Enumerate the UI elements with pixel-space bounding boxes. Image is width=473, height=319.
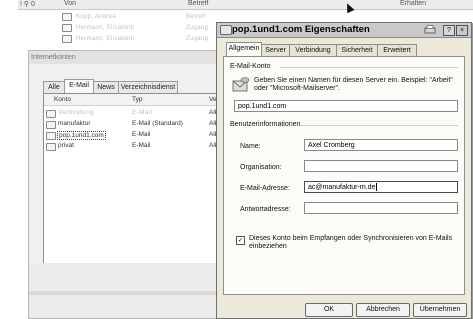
divider [300, 125, 458, 126]
text-caret [376, 183, 378, 192]
header-subject[interactable]: Betreff [188, 0, 209, 7]
column-typ[interactable]: Typ [132, 96, 142, 103]
message-list-header: ! ⚲ 0 Von Betreff Erhalten [18, 0, 473, 10]
name-field[interactable]: Axel Cromberg [304, 139, 458, 151]
account-row[interactable]: Verbindung E-Mail Alk [46, 108, 228, 118]
header-received[interactable]: Erhalten [400, 0, 426, 7]
account-name-field[interactable]: pop.1und1.com [234, 100, 458, 112]
email-address-value: ac@manufaktur-m.de [308, 184, 376, 191]
organisation-label: Organisation: [240, 164, 282, 171]
envelope-icon [62, 13, 72, 21]
account-name: manufaktur [58, 120, 91, 127]
message-from: Hermann, Elisabeth [76, 25, 135, 31]
account-name: Verbindung [58, 109, 94, 116]
help-button[interactable]: ? [443, 25, 455, 36]
header-icons: ! ⚲ 0 [20, 1, 35, 8]
account-row[interactable]: manufaktur E-Mail (Standard) Alk [46, 119, 228, 129]
message-subject: Betreff [186, 14, 206, 20]
accounts-list-header: Konto Typ Ve [44, 94, 230, 106]
accounts-window-title: Internetkonten [29, 51, 229, 64]
close-button[interactable]: × [456, 25, 468, 36]
reply-address-field[interactable] [304, 202, 458, 214]
account-description: Geben Sie einen Namen für diesen Server … [254, 77, 453, 92]
divider [29, 291, 229, 295]
account-name: pop.1und1.com [57, 131, 106, 140]
organisation-field[interactable] [304, 160, 458, 172]
email-address-label: E-Mail-Adresse: [240, 185, 290, 192]
tab-verbindung[interactable]: Verbindung [289, 44, 337, 56]
message-from: Hermann, Elisabeth [76, 36, 135, 42]
message-subject: Zugang [186, 25, 209, 31]
include-account-checkbox[interactable]: ✓ [236, 236, 245, 245]
dialog-title: pop.1und1.com Eigenschaften [232, 24, 370, 35]
accounts-list[interactable]: Konto Typ Ve Verbindung E-Mail Alk manuf… [43, 93, 231, 265]
account-row[interactable]: pop.1und1.com E-Mail Alk [46, 130, 228, 140]
account-type: E-Mail [132, 131, 151, 138]
message-from: Kopp, Andrea [76, 14, 116, 20]
apply-button[interactable]: Übernehmen [413, 303, 467, 317]
cancel-button[interactable]: Abbrechen [356, 303, 410, 317]
account-name: privat [58, 142, 74, 149]
header-from[interactable]: Von [64, 0, 76, 7]
tab-panel-allgemein: E-Mail-Konto Geben Sie einen Namen für d… [223, 56, 465, 295]
account-type: E-Mail [132, 142, 151, 149]
email-address-field[interactable]: ac@manufaktur-m.de [304, 181, 458, 193]
account-row[interactable]: privat E-Mail Alk [46, 141, 228, 151]
accounts-window: Internetkonten Alle E-Mail News Verzeich… [28, 50, 231, 319]
mail-server-icon [232, 77, 250, 93]
tab-erweitert[interactable]: Erweitert [377, 44, 417, 56]
section-email-account: E-Mail-Konto [230, 63, 271, 70]
envelope-icon [62, 35, 72, 43]
tab-allgemein[interactable]: Allgemein [226, 42, 262, 57]
dialog-titlebar[interactable]: pop.1und1.com Eigenschaften ? × [217, 23, 471, 38]
reply-address-label: Antwortadresse: [240, 206, 291, 213]
tab-sicherheit[interactable]: Sicherheit [336, 44, 378, 56]
divider [280, 67, 458, 68]
tab-server[interactable]: Server [261, 44, 290, 56]
dialog-app-icon [220, 25, 232, 35]
tab-email[interactable]: E-Mail [64, 79, 94, 94]
properties-dialog: pop.1und1.com Eigenschaften ? × Allgemei… [216, 22, 472, 319]
column-konto[interactable]: Konto [54, 96, 71, 103]
include-account-label[interactable]: Dieses Konto beim Empfangen oder Synchro… [249, 235, 454, 251]
account-type: E-Mail (Standard) [132, 120, 183, 127]
section-user-info: Benutzerinformationen [230, 121, 301, 128]
printer-icon [423, 25, 437, 34]
name-label: Name: [240, 143, 261, 150]
account-type: E-Mail [132, 109, 153, 116]
envelope-icon [62, 24, 72, 32]
ok-button[interactable]: OK [305, 303, 353, 317]
message-subject: Zugang [186, 36, 209, 42]
